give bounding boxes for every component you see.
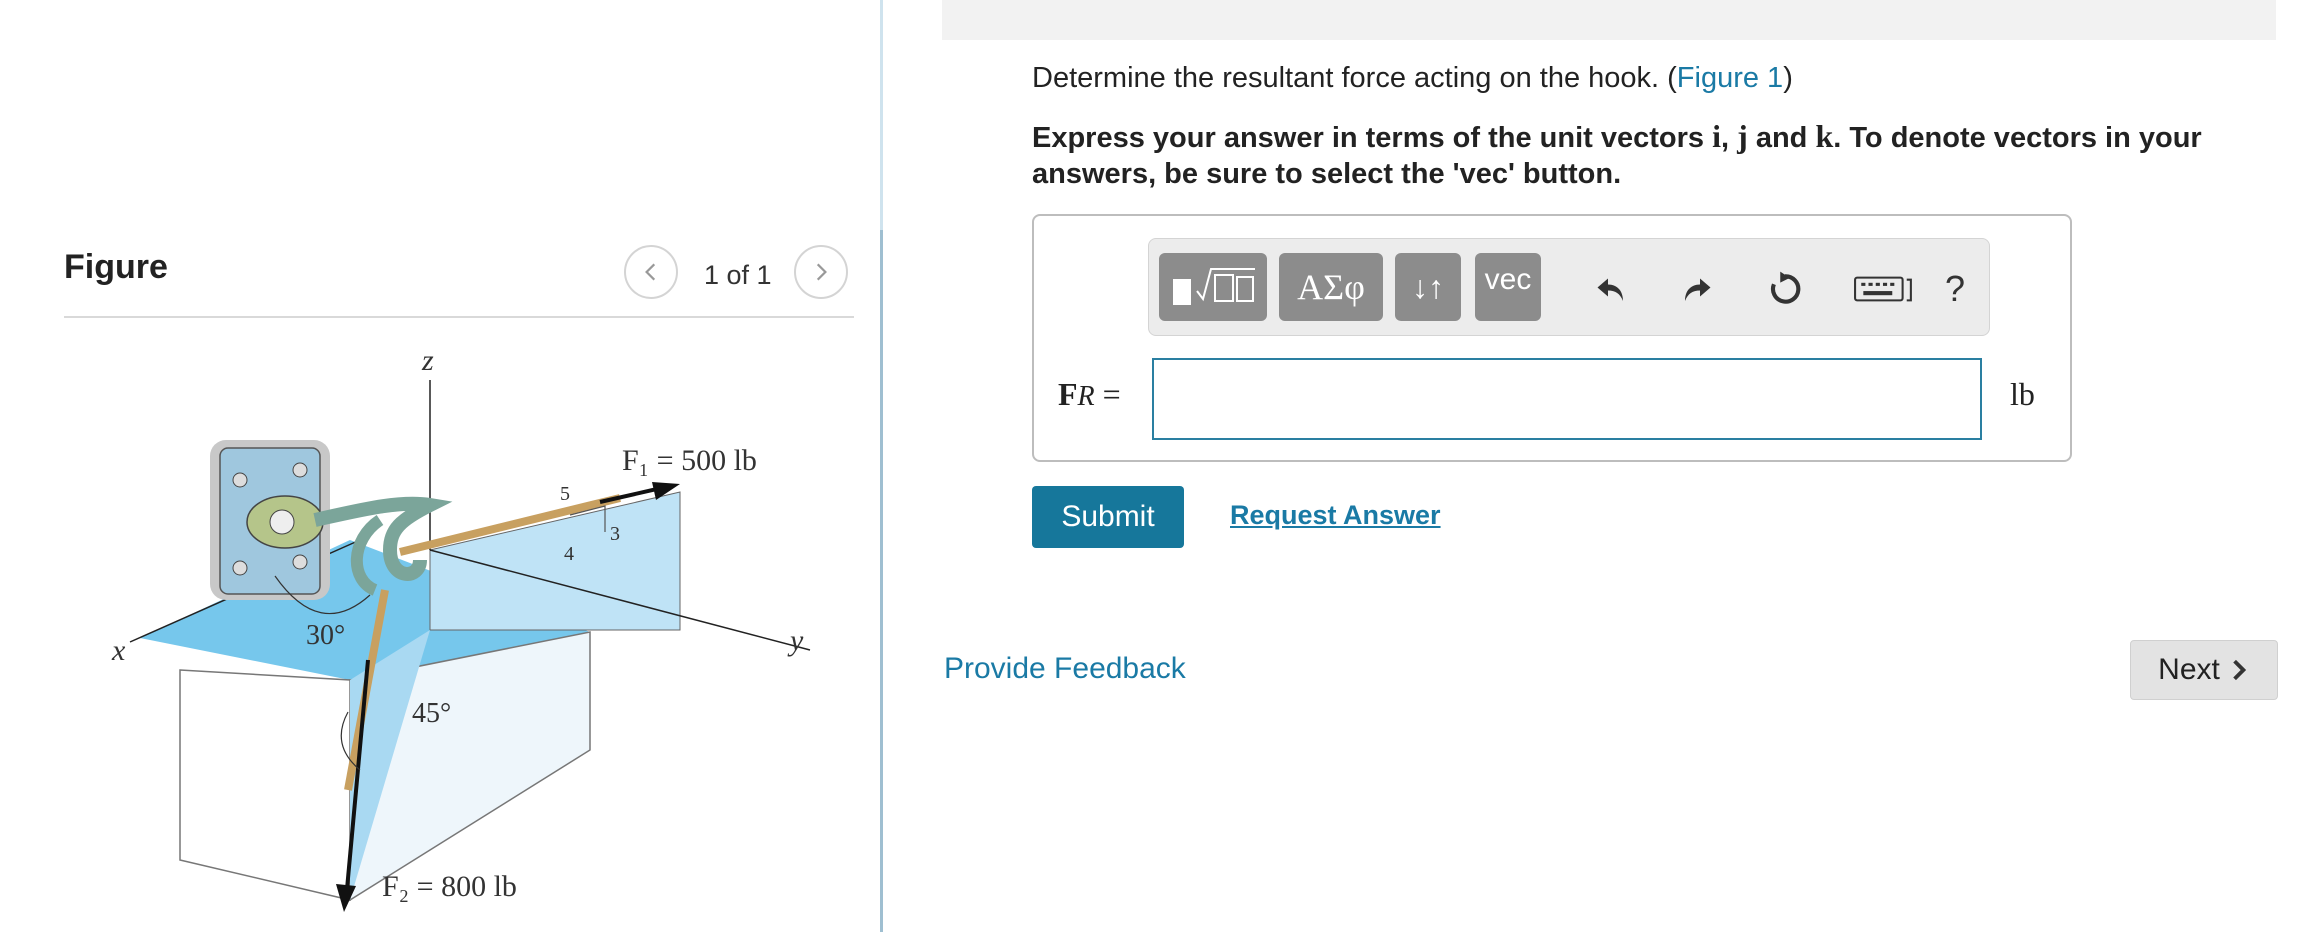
chevron-right-icon [816, 263, 827, 281]
instruction-comma: , [1721, 122, 1738, 154]
next-figure-button[interactable] [794, 245, 848, 299]
unit-vector-i: i [1712, 118, 1721, 154]
answer-label-equals: = [1094, 376, 1121, 412]
z-axis-label: z [421, 344, 434, 377]
box-left-face [179, 669, 351, 901]
templates-button[interactable] [1159, 253, 1267, 321]
unit-vector-k: k [1815, 118, 1834, 154]
request-answer-link[interactable]: Request Answer [1230, 500, 1441, 531]
answer-label-subscript: R [1077, 381, 1095, 412]
f2-label: F₂ = 800 lb [382, 870, 517, 903]
figure-header: Figure 1 of 1 [64, 240, 854, 318]
vec-button[interactable]: vec [1475, 253, 1541, 321]
bolt [292, 554, 308, 570]
panel-divider-accent [880, 230, 883, 932]
triangle-label-3: 3 [610, 523, 620, 545]
undo-icon[interactable] [1589, 267, 1633, 311]
answer-box: ΑΣφ ↓↑ vec ? FR = lb [1032, 214, 2072, 462]
keyboard-icon[interactable] [1849, 267, 1919, 311]
hook-eye-hole [269, 509, 295, 535]
figure-panel: Figure 1 of 1 z x y F₁ = 500 lb F₂ = 800… [0, 0, 884, 932]
answer-label-symbol: F [1058, 376, 1078, 412]
chevron-left-icon [645, 263, 656, 281]
subscript-superscript-button[interactable]: ↓↑ [1395, 253, 1461, 321]
question-prefix: Determine the resultant force acting on … [1032, 62, 1677, 94]
answer-instruction: Express your answer in terms of the unit… [1032, 118, 2252, 192]
reset-icon[interactable] [1763, 267, 1807, 311]
chevron-right-icon [2233, 659, 2246, 681]
angle-45-label: 45° [412, 698, 451, 729]
answer-label: FR = [1058, 376, 1121, 413]
x-axis-label: x [111, 634, 126, 667]
answer-unit: lb [2010, 376, 2035, 412]
question-suffix: ) [1783, 62, 1793, 94]
angle-30-label: 30° [306, 620, 345, 651]
f1-label: F₁ = 500 lb [622, 444, 757, 477]
hook-force-figure: z x y F₁ = 500 lb F₂ = 800 lb 30° 45° 5 … [111, 344, 811, 912]
figure-link[interactable]: Figure 1 [1677, 62, 1783, 94]
instruction-and: and [1747, 122, 1816, 154]
triangle-label-4: 4 [564, 543, 574, 565]
next-button-label: Next [2158, 653, 2220, 686]
greek-symbols-button[interactable]: ΑΣφ [1279, 253, 1383, 321]
bolt [292, 462, 308, 478]
help-button[interactable]: ? [1933, 267, 1977, 311]
bolt [232, 472, 248, 488]
redo-icon[interactable] [1675, 267, 1719, 311]
unit-vector-j: j [1737, 118, 1748, 154]
submit-button[interactable]: Submit [1032, 486, 1184, 548]
part-header-bar [942, 0, 2276, 40]
provide-feedback-link[interactable]: Provide Feedback [944, 652, 1186, 686]
bolt [232, 560, 248, 576]
answer-input[interactable] [1152, 358, 1982, 440]
previous-figure-button[interactable] [624, 245, 678, 299]
math-toolbar: ΑΣφ ↓↑ vec ? [1148, 238, 1990, 336]
figure-title: Figure [64, 248, 168, 286]
templates-icon [1173, 268, 1255, 305]
question-text: Determine the resultant force acting on … [1032, 62, 1793, 95]
instruction-part-1: Express your answer in terms of the unit… [1032, 122, 1713, 154]
next-button[interactable]: Next [2130, 640, 2278, 700]
triangle-label-5: 5 [560, 483, 570, 505]
figure-pager-text: 1 of 1 [704, 260, 772, 290]
y-axis-label: y [787, 624, 804, 657]
